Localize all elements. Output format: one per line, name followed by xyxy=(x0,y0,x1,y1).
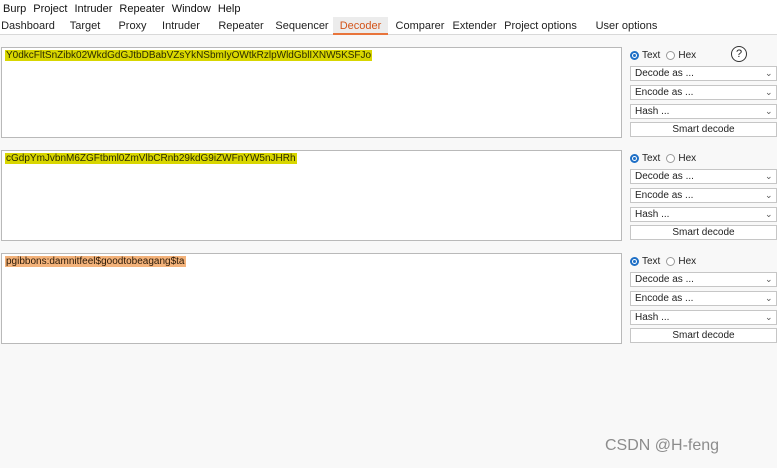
encode-as-label-2: Encode as ... xyxy=(635,190,694,201)
tab-repeater[interactable]: Repeater xyxy=(211,17,271,34)
encode-as-select-1[interactable]: Encode as ... ⌄ xyxy=(630,85,777,100)
tab-target[interactable]: Target xyxy=(56,17,114,34)
tool-tabs: Dashboard Target Proxy Intruder Repeater… xyxy=(0,17,777,35)
hash-label-3: Hash ... xyxy=(635,312,670,323)
hash-select-1[interactable]: Hash ... ⌄ xyxy=(630,104,777,119)
tab-extender[interactable]: Extender xyxy=(452,17,497,34)
hex-radio-label-1: Hex xyxy=(678,49,697,61)
decode-as-label-1: Decode as ... xyxy=(635,68,694,79)
smart-decode-button-2[interactable]: Smart decode xyxy=(630,225,777,240)
hex-radio-2[interactable] xyxy=(666,153,676,163)
menu-help[interactable]: Help xyxy=(215,3,245,15)
chevron-down-icon: ⌄ xyxy=(765,293,773,303)
tab-comparer[interactable]: Comparer xyxy=(388,17,452,34)
text-radio-label-1: Text xyxy=(642,49,661,61)
tab-intruder[interactable]: Intruder xyxy=(151,17,211,34)
decoder-panel-1: Y0dkcFltSnZibk02WkdGdGJtbDBabVZsYkNSbmIy… xyxy=(0,46,777,139)
watermark: CSDN @H-feng xyxy=(605,437,720,454)
menu-repeater[interactable]: Repeater xyxy=(116,3,168,15)
format-toggle-1: Text Hex xyxy=(630,49,702,61)
chevron-down-icon: ⌄ xyxy=(765,312,773,322)
chevron-down-icon: ⌄ xyxy=(765,274,773,284)
decoder-panel-3: pgibbons:damnitfeel$goodtobeagang$ta Tex… xyxy=(0,253,777,345)
decoder-text-area-3[interactable]: pgibbons:damnitfeel$goodtobeagang$ta xyxy=(1,253,622,344)
decode-as-select-1[interactable]: Decode as ... ⌄ xyxy=(630,66,777,81)
hash-label-2: Hash ... xyxy=(635,209,670,220)
menu-bar: Burp Project Intruder Repeater Window He… xyxy=(0,0,777,17)
smart-decode-button-3[interactable]: Smart decode xyxy=(630,328,777,343)
smart-decode-button-1[interactable]: Smart decode xyxy=(630,122,777,137)
encode-as-select-3[interactable]: Encode as ... ⌄ xyxy=(630,291,777,306)
hash-select-2[interactable]: Hash ... ⌄ xyxy=(630,207,777,222)
text-radio-2[interactable] xyxy=(630,153,639,163)
format-toggle-3: Text Hex xyxy=(630,255,702,267)
encode-as-select-2[interactable]: Encode as ... ⌄ xyxy=(630,188,777,203)
text-radio-label-2: Text xyxy=(642,152,661,164)
decoder-text-2: cGdpYmJvbnM6ZGFtbml0ZmVlbCRnb29kdG9iZWFn… xyxy=(5,153,297,164)
decode-as-select-3[interactable]: Decode as ... ⌄ xyxy=(630,272,777,287)
tab-project-options[interactable]: Project options xyxy=(497,17,584,34)
chevron-down-icon: ⌄ xyxy=(765,106,773,116)
chevron-down-icon: ⌄ xyxy=(765,190,773,200)
decoder-text-3: pgibbons:damnitfeel$goodtobeagang$ta xyxy=(5,256,186,267)
decode-as-select-2[interactable]: Decode as ... ⌄ xyxy=(630,169,777,184)
hex-radio-label-2: Hex xyxy=(678,152,697,164)
hex-radio-label-3: Hex xyxy=(678,255,697,267)
chevron-down-icon: ⌄ xyxy=(765,68,773,78)
chevron-down-icon: ⌄ xyxy=(765,209,773,219)
decoder-text-1: Y0dkcFltSnZibk02WkdGdGJtbDBabVZsYkNSbmIy… xyxy=(5,50,373,61)
hex-radio-1[interactable] xyxy=(666,50,676,60)
decode-as-label-2: Decode as ... xyxy=(635,171,694,182)
hash-label-1: Hash ... xyxy=(635,106,670,117)
hash-select-3[interactable]: Hash ... ⌄ xyxy=(630,310,777,325)
tab-proxy[interactable]: Proxy xyxy=(114,17,151,34)
tab-decoder[interactable]: Decoder xyxy=(333,17,388,35)
encode-as-label-3: Encode as ... xyxy=(635,293,694,304)
tab-sequencer[interactable]: Sequencer xyxy=(271,17,333,34)
chevron-down-icon: ⌄ xyxy=(765,87,773,97)
menu-window[interactable]: Window xyxy=(169,3,215,15)
text-radio-1[interactable] xyxy=(630,50,639,60)
decoder-text-area-2[interactable]: cGdpYmJvbnM6ZGFtbml0ZmVlbCRnb29kdG9iZWFn… xyxy=(1,150,622,241)
text-radio-3[interactable] xyxy=(630,256,639,266)
help-icon[interactable]: ? xyxy=(731,46,747,62)
menu-burp[interactable]: Burp xyxy=(0,3,30,15)
tab-dashboard[interactable]: Dashboard xyxy=(0,17,56,34)
encode-as-label-1: Encode as ... xyxy=(635,87,694,98)
menu-intruder[interactable]: Intruder xyxy=(72,3,117,15)
chevron-down-icon: ⌄ xyxy=(765,171,773,181)
decode-as-label-3: Decode as ... xyxy=(635,274,694,285)
format-toggle-2: Text Hex xyxy=(630,152,702,164)
hex-radio-3[interactable] xyxy=(666,256,676,266)
menu-project[interactable]: Project xyxy=(30,3,71,15)
decoder-panel-2: cGdpYmJvbnM6ZGFtbml0ZmVlbCRnb29kdG9iZWFn… xyxy=(0,150,777,242)
tab-user-options[interactable]: User options xyxy=(584,17,669,34)
decoder-text-area-1[interactable]: Y0dkcFltSnZibk02WkdGdGJtbDBabVZsYkNSbmIy… xyxy=(1,47,622,138)
text-radio-label-3: Text xyxy=(642,255,661,267)
